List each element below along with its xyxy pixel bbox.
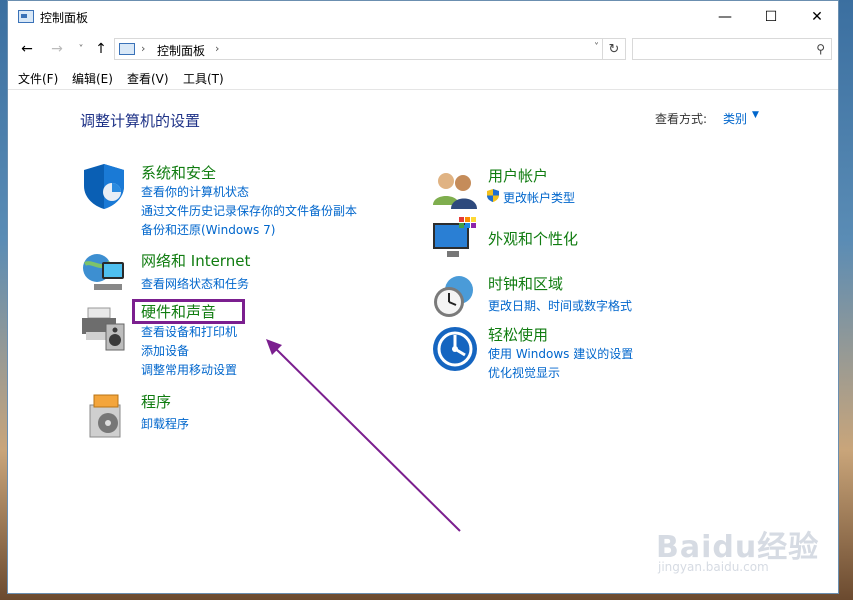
- network-globe-icon: [83, 254, 124, 290]
- link-uninstall-program[interactable]: 卸载程序: [141, 415, 189, 432]
- recent-locations-button[interactable]: ˅: [70, 38, 92, 60]
- maximize-button[interactable]: ☐: [748, 1, 794, 32]
- category-clock-region[interactable]: 时钟和区域: [488, 273, 563, 294]
- menu-tools[interactable]: 工具(T): [183, 70, 224, 87]
- refresh-icon: ↻: [608, 41, 620, 57]
- link-mobility-settings[interactable]: 调整常用移动设置: [141, 361, 237, 378]
- watermark-url: jingyan.baidu.com: [658, 560, 769, 574]
- programs-icon: [89, 394, 121, 438]
- category-network-internet[interactable]: 网络和 Internet: [141, 250, 250, 271]
- arrow-right-icon: →: [51, 41, 63, 57]
- category-programs[interactable]: 程序: [141, 391, 171, 412]
- link-change-date-time-format[interactable]: 更改日期、时间或数字格式: [488, 297, 632, 314]
- view-by-dropdown[interactable]: 类别: [723, 110, 747, 127]
- uac-shield-icon: [487, 189, 499, 202]
- category-appearance-personalization[interactable]: 外观和个性化: [488, 228, 578, 249]
- link-add-device[interactable]: 添加设备: [141, 342, 189, 359]
- clock-region-icon: [434, 276, 473, 317]
- up-button[interactable]: ↑: [90, 38, 112, 60]
- title-bar: 控制面板 — ☐ ✕: [8, 1, 838, 32]
- navigation-bar: ← → ˅ ↑ › 控制面板 › ˅ ↻ ⚲: [8, 33, 838, 65]
- link-optimize-visual-display[interactable]: 优化视觉显示: [488, 364, 560, 381]
- user-accounts-icon: [433, 173, 477, 209]
- minimize-button[interactable]: —: [702, 1, 748, 32]
- menu-bar: 文件(F) 编辑(E) 查看(V) 工具(T): [8, 67, 838, 90]
- link-devices-printers[interactable]: 查看设备和打印机: [141, 323, 237, 340]
- chevron-right-icon: ›: [141, 42, 146, 55]
- chevron-down-icon[interactable]: ˅: [594, 42, 599, 53]
- arrow-up-icon: ↑: [95, 41, 107, 57]
- annotation-arrow: [266, 339, 461, 532]
- search-input[interactable]: ⚲: [632, 38, 832, 60]
- category-user-accounts[interactable]: 用户帐户: [488, 165, 548, 186]
- window-title: 控制面板: [40, 11, 89, 25]
- link-network-status[interactable]: 查看网络状态和任务: [141, 275, 249, 292]
- link-view-computer-status[interactable]: 查看你的计算机状态: [141, 183, 249, 200]
- forward-button[interactable]: →: [46, 38, 68, 60]
- menu-view[interactable]: 查看(V): [127, 70, 169, 87]
- annotation-highlight-box: [132, 299, 245, 324]
- view-by-label: 查看方式:: [655, 112, 708, 126]
- breadcrumb-control-panel[interactable]: 控制面板: [157, 42, 205, 59]
- arrow-left-icon: ←: [21, 41, 33, 57]
- back-button[interactable]: ←: [16, 38, 38, 60]
- category-ease-of-access[interactable]: 轻松使用: [488, 324, 548, 345]
- address-bar[interactable]: › 控制面板 › ˅ ↻: [114, 38, 626, 60]
- control-panel-icon: [119, 43, 135, 55]
- link-file-history-backup[interactable]: 通过文件历史记录保存你的文件备份副本: [141, 202, 357, 219]
- shield-icon: [84, 164, 124, 209]
- page-title: 调整计算机的设置: [80, 112, 201, 130]
- link-backup-restore[interactable]: 备份和还原(Windows 7): [141, 221, 275, 238]
- menu-edit[interactable]: 编辑(E): [72, 70, 113, 87]
- category-system-security[interactable]: 系统和安全: [141, 162, 216, 183]
- printer-speaker-icon: [82, 307, 125, 351]
- link-windows-recommended-settings[interactable]: 使用 Windows 建议的设置: [488, 345, 633, 362]
- menu-file[interactable]: 文件(F): [18, 70, 58, 87]
- personalization-icon: [433, 217, 476, 257]
- control-panel-window: 控制面板 — ☐ ✕ ← → ˅ ↑ › 控制面板 › ˅ ↻ ⚲ 文件(F) …: [7, 0, 839, 594]
- search-icon: ⚲: [816, 42, 825, 56]
- main-content: 调整计算机的设置 查看方式: 类别 ▼ 系统和安全 查看你的计算机状态 通过文件…: [8, 90, 838, 593]
- close-button[interactable]: ✕: [794, 1, 840, 32]
- chevron-right-icon[interactable]: ›: [215, 42, 219, 55]
- control-panel-icon: [18, 10, 34, 23]
- refresh-button[interactable]: ↻: [602, 39, 625, 59]
- caret-down-icon[interactable]: ▼: [752, 110, 759, 120]
- link-change-account-type[interactable]: 更改帐户类型: [503, 189, 575, 206]
